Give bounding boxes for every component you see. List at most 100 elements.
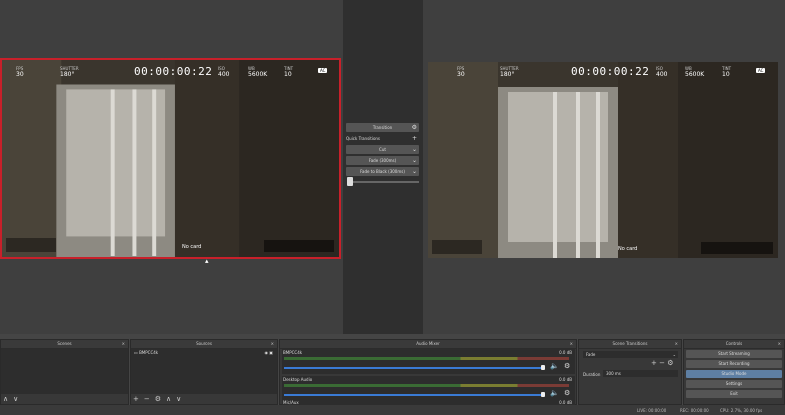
audio-meters (701, 242, 773, 254)
tbar-handle[interactable] (347, 177, 353, 186)
sources-dock: Sources × ▭ BMPCC4k ◉ ▣ + − ⚙ ∧ ∨ (130, 339, 278, 405)
volume-knob[interactable] (541, 392, 545, 397)
visibility-icon[interactable]: ◉ ▣ (264, 349, 273, 356)
close-icon[interactable]: × (570, 340, 573, 348)
source-item[interactable]: ▭ BMPCC4k ◉ ▣ (131, 349, 277, 356)
settings-button[interactable]: Settings (686, 380, 782, 388)
transition-item-label: Cut (379, 147, 386, 152)
tint-value: 10 (284, 71, 292, 78)
duration-label: Duration (583, 372, 601, 377)
remove-icon[interactable]: − (659, 359, 665, 367)
studio-mode-button[interactable]: Studio Mode (686, 370, 782, 378)
quick-transitions-label: Quick Transitions (346, 136, 381, 141)
chevron-down-icon[interactable]: ⌄ (412, 146, 417, 153)
volume-meter (284, 357, 569, 360)
camera-image (2, 60, 339, 257)
move-down-icon[interactable]: ∨ (13, 395, 18, 403)
live-status: LIVE: 00:00:00 (637, 408, 667, 413)
chevron-down-icon: ⌄ (672, 352, 676, 357)
card-status: No card (618, 246, 638, 252)
add-icon[interactable]: + (412, 135, 417, 142)
iso-value: 400 (218, 71, 230, 78)
close-icon[interactable]: × (778, 340, 781, 348)
start-streaming-button[interactable]: Start Streaming (686, 350, 782, 358)
start-recording-button[interactable]: Start Recording (686, 360, 782, 368)
add-icon[interactable]: + (133, 395, 139, 403)
transition-button-label: Transition (372, 125, 393, 130)
rec-status: REC: 00:00:00 (680, 408, 709, 413)
scroll-left-icon[interactable]: ∧ (3, 395, 8, 403)
scenes-dock: Scenes × ∧ ∨ (0, 339, 129, 405)
track-db: 0.0 dB (559, 377, 572, 382)
mixer-track-1: BMPCC4k 0.0 dB 🔈 ⚙ (282, 349, 575, 374)
right-preview[interactable]: FPS 30 SHUTTER 180° 00:00:00:22 ISO 400 … (428, 62, 778, 258)
ac-badge: AC (756, 68, 766, 73)
audio-meters (264, 240, 334, 252)
close-icon[interactable]: × (675, 340, 678, 348)
transition-tools: + − ⚙ (651, 359, 674, 367)
transition-select[interactable]: Fade ⌄ (583, 351, 678, 358)
status-bar: LIVE: 00:00:00 REC: 00:00:00 CPU: 2.7%, … (0, 405, 785, 415)
sources-toolbar: + − ⚙ ∧ ∨ (133, 395, 181, 403)
volume-slider[interactable] (284, 394, 542, 396)
transition-item-label: Fade to Black (300ms) (360, 169, 405, 174)
source-item-label: BMPCC4k (139, 350, 159, 355)
transition-select-value: Fade (586, 352, 596, 357)
controls-dock: Controls × Start Streaming Start Recordi… (683, 339, 785, 405)
exit-button[interactable]: Exit (686, 390, 782, 398)
gear-icon[interactable]: ⚙ (155, 395, 161, 403)
scenes-toolbar: ∧ ∨ (3, 395, 18, 403)
track-name: Desktop Audio (283, 377, 313, 382)
chevron-down-icon[interactable]: ⌄ (412, 157, 417, 164)
close-icon[interactable]: × (271, 340, 274, 348)
controls-title: Controls × (684, 340, 784, 349)
sources-list[interactable]: ▭ BMPCC4k ◉ ▣ (131, 349, 277, 394)
speaker-icon[interactable]: 🔈 (550, 362, 559, 370)
left-preview[interactable]: FPS 30 SHUTTER 180° 00:00:00:22 ISO 400 … (0, 58, 341, 259)
track-name: BMPCC4k (283, 350, 303, 355)
tbar-track[interactable] (349, 181, 419, 183)
timecode: 00:00:00:22 (571, 65, 650, 78)
volume-knob[interactable] (541, 365, 545, 370)
wb-value: 5600K (248, 71, 268, 78)
histogram (432, 240, 482, 254)
shutter-value: 180° (500, 71, 515, 78)
card-status: No card (182, 244, 202, 250)
gear-icon[interactable]: ⚙ (564, 389, 570, 397)
tint-value: 10 (722, 71, 730, 78)
duration-input[interactable]: 300 ms (603, 370, 678, 377)
timecode: 00:00:00:22 (134, 65, 213, 78)
ac-badge: AC (318, 68, 328, 73)
mixer-track-2: Desktop Audio 0.0 dB 🔈 ⚙ (282, 376, 575, 401)
move-up-icon[interactable]: ∧ (166, 395, 171, 403)
duration-value: 300 ms (606, 371, 621, 376)
volume-meter (284, 384, 569, 387)
sources-title: Sources × (131, 340, 277, 349)
transition-item-fade[interactable]: Fade (300ms) ⌄ (346, 156, 419, 165)
gear-icon[interactable]: ⚙ (412, 124, 417, 131)
cpu-status: CPU: 2.7%, 30.00 fps (720, 408, 763, 413)
transition-item-fade-black[interactable]: Fade to Black (300ms) ⌄ (346, 167, 419, 176)
speaker-icon[interactable]: 🔈 (550, 389, 559, 397)
mouse-cursor-icon: ▴ (205, 257, 209, 265)
scenes-list[interactable] (1, 349, 128, 394)
transition-panel: Transition ⚙ Quick Transitions + Cut ⌄ F… (346, 123, 419, 178)
wb-value: 5600K (685, 71, 705, 78)
scene-transitions-title: Scene Transitions × (579, 340, 681, 349)
remove-icon[interactable]: − (144, 395, 150, 403)
transition-item-cut[interactable]: Cut ⌄ (346, 145, 419, 154)
close-icon[interactable]: × (122, 340, 125, 348)
quick-transitions-row: Quick Transitions + (346, 134, 419, 143)
transition-button[interactable]: Transition ⚙ (346, 123, 419, 132)
iso-value: 400 (656, 71, 668, 78)
shutter-value: 180° (60, 71, 75, 78)
gear-icon[interactable]: ⚙ (667, 359, 673, 367)
transition-item-label: Fade (300ms) (368, 158, 397, 163)
mixer-title: Audio Mixer × (280, 340, 576, 349)
gear-icon[interactable]: ⚙ (564, 362, 570, 370)
move-down-icon[interactable]: ∨ (176, 395, 181, 403)
camera-image (428, 62, 778, 258)
chevron-down-icon[interactable]: ⌄ (412, 168, 417, 175)
add-icon[interactable]: + (651, 359, 657, 367)
volume-slider[interactable] (284, 367, 542, 369)
